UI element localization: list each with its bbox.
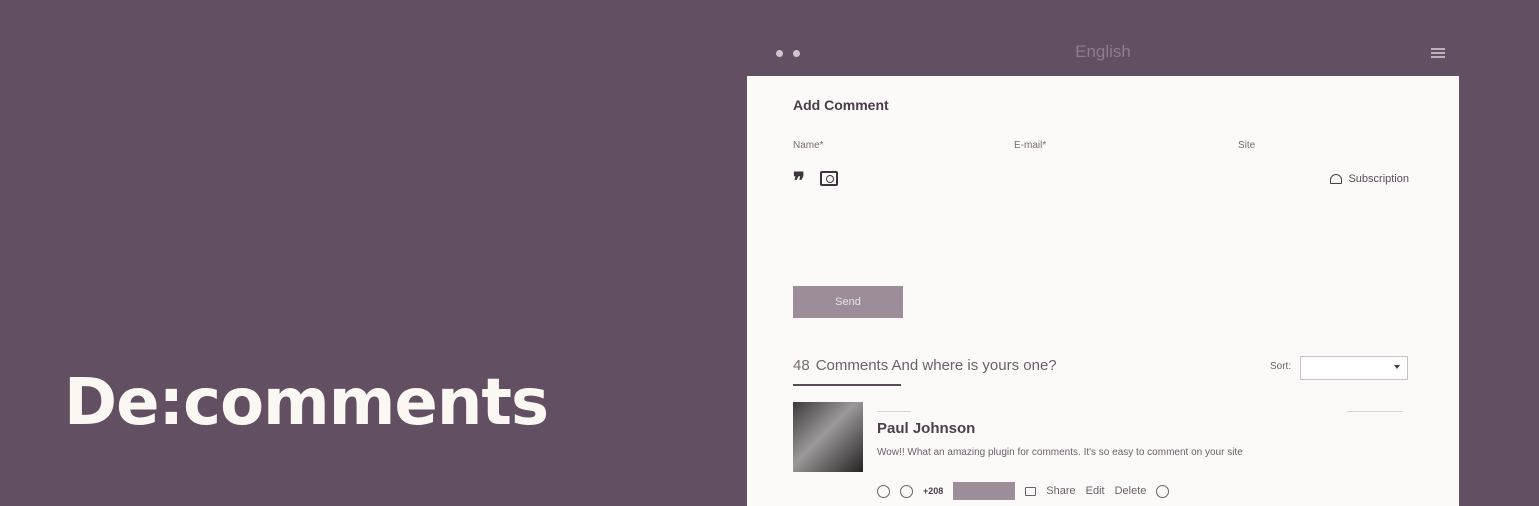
window-titlebar: English xyxy=(747,36,1459,76)
share-icon[interactable] xyxy=(1025,486,1037,496)
sort-select[interactable] xyxy=(1300,356,1408,380)
vote-up-icon[interactable] xyxy=(877,484,890,498)
sort-label: Sort: xyxy=(1270,361,1292,372)
comment-author[interactable]: Paul Johnson xyxy=(877,420,975,437)
close-icon[interactable] xyxy=(1156,484,1170,498)
quote-icon[interactable]: ❞ xyxy=(793,168,805,194)
brand-title: De:comments xyxy=(64,366,549,440)
comments-count: 48 xyxy=(793,357,810,374)
camera-icon[interactable] xyxy=(820,171,838,186)
name-field[interactable]: Name* xyxy=(793,140,824,151)
comments-panel: Add Comment Name* E-mail* Site ❞ Subscri… xyxy=(747,76,1459,506)
send-button[interactable]: Send xyxy=(793,286,903,318)
subscription-label: Subscription xyxy=(1348,173,1409,185)
share-link[interactable]: Share xyxy=(1046,485,1075,497)
site-field[interactable]: Site xyxy=(1238,140,1255,151)
avatar xyxy=(793,402,863,472)
vote-down-icon[interactable] xyxy=(900,484,913,498)
subscription-toggle[interactable]: Subscription xyxy=(1330,173,1409,185)
heading-underline xyxy=(793,384,901,386)
delete-link[interactable]: Delete xyxy=(1115,485,1147,497)
bell-icon xyxy=(1330,174,1343,184)
edit-link[interactable]: Edit xyxy=(1086,485,1105,497)
reply-button[interactable] xyxy=(953,482,1016,500)
add-comment-title: Add Comment xyxy=(793,97,889,113)
comments-count-heading: 48 Comments And where is yours one? xyxy=(793,357,1057,374)
language-selector[interactable]: English xyxy=(747,42,1459,62)
comments-heading: Comments And where is yours one? xyxy=(815,357,1057,374)
divider xyxy=(1347,411,1403,412)
email-field[interactable]: E-mail* xyxy=(1014,140,1046,151)
divider xyxy=(877,411,911,412)
comment-actions: +208 Share Edit Delete xyxy=(877,482,1170,500)
comment-text: Wow!! What an amazing plugin for comment… xyxy=(877,447,1243,458)
hamburger-menu-icon[interactable] xyxy=(1431,48,1445,60)
chevron-down-icon xyxy=(1394,365,1400,369)
